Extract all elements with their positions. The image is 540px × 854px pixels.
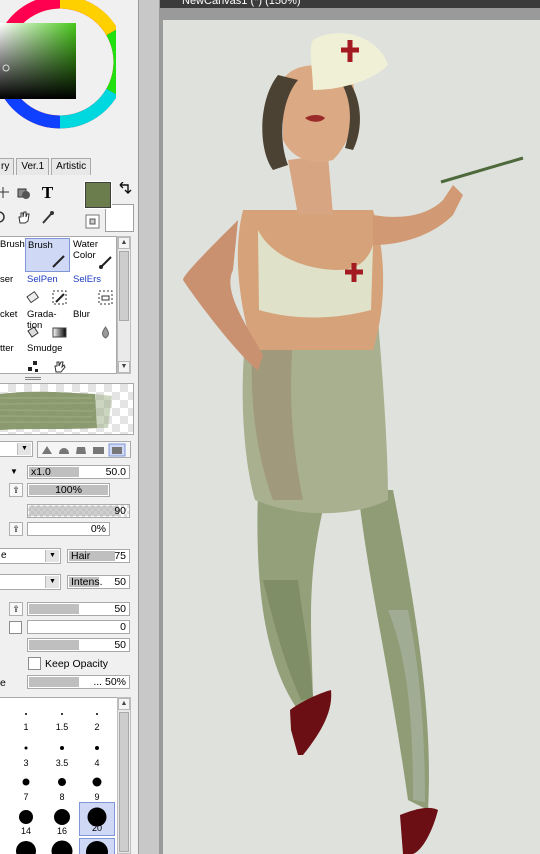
- min-size-bar[interactable]: 100%: [27, 483, 110, 497]
- eyedropper-icon[interactable]: [38, 208, 57, 227]
- persistence-checkbox[interactable]: [9, 621, 22, 634]
- size-item[interactable]: 1: [8, 700, 44, 734]
- hand-icon[interactable]: [14, 208, 33, 227]
- selpen-item[interactable]: SelPen: [25, 273, 70, 307]
- density-bar[interactable]: 90: [27, 504, 130, 518]
- brush-size-grid: 1 1.5 2 3 3.5 4 7 8 9 14 16 20: [0, 697, 117, 854]
- dilution-bar[interactable]: 0: [27, 620, 130, 634]
- swap-arrow-icon[interactable]: [115, 180, 134, 199]
- canvas-title: NewCanvas1 (*) (150%): [160, 0, 540, 8]
- size-item[interactable]: 8: [44, 770, 80, 804]
- size-item[interactable]: 3.5: [44, 736, 80, 770]
- background-color-swatch[interactable]: [105, 204, 134, 232]
- keep-opacity-checkbox[interactable]: [28, 657, 41, 670]
- reset-color-icon[interactable]: [83, 212, 102, 231]
- size-item[interactable]: 2: [79, 700, 115, 734]
- scroll-thumb[interactable]: [119, 251, 129, 321]
- keep-opacity-label: Keep Opacity: [45, 658, 109, 670]
- brush-tip-shapes[interactable]: [37, 441, 131, 458]
- brush-shape-select[interactable]: ▼: [0, 441, 33, 457]
- blending-intensity-bar[interactable]: Intens. 50: [67, 575, 130, 589]
- tool-panel: ry Ver.1 Artistic T Brush Brush Water Co…: [0, 0, 138, 854]
- selpen-icon: [52, 290, 67, 305]
- bucket-icon[interactable]: [14, 183, 33, 202]
- foreground-color-swatch[interactable]: [84, 181, 112, 209]
- brush-grid: Brush Brush Water Color ser SelPen SelEr…: [0, 236, 117, 374]
- size-item[interactable]: [8, 838, 44, 854]
- tab-custom[interactable]: ry: [0, 158, 15, 175]
- min-density-lock-icon[interactable]: ⇪: [9, 522, 23, 536]
- min-density-bar[interactable]: 0%: [27, 522, 110, 536]
- size-item[interactable]: 14: [8, 804, 44, 838]
- persistence-bar[interactable]: 50: [27, 638, 130, 652]
- zoom-icon[interactable]: [0, 208, 13, 227]
- brush-item-selected[interactable]: Brush: [25, 238, 70, 272]
- scroll-thumb[interactable]: [119, 712, 129, 852]
- gradation-item[interactable]: Grada-tion: [25, 308, 70, 342]
- size-item[interactable]: 1.5: [44, 700, 80, 734]
- detail-label: e: [0, 677, 6, 689]
- smudge-item[interactable]: Smudge: [25, 342, 70, 376]
- brush-tabs: ry Ver.1 Artistic: [0, 158, 93, 175]
- gradation-icon: [52, 327, 67, 338]
- scroll-up-arrow-icon[interactable]: ▲: [118, 698, 130, 710]
- watercolor-item[interactable]: Water Color: [71, 238, 116, 272]
- selers-icon: [98, 290, 113, 305]
- brush-icon: [52, 255, 65, 268]
- color-wheel[interactable]: [0, 0, 116, 140]
- canvas-window: NewCanvas1 (*) (150%): [160, 0, 540, 854]
- size-grid-scrollbar[interactable]: ▲: [117, 697, 131, 854]
- stroke-preview: [0, 383, 134, 435]
- blur-item[interactable]: Blur: [71, 308, 116, 342]
- size-item-selected[interactable]: 20: [79, 802, 115, 836]
- texture-select[interactable]: e ▼: [0, 548, 61, 564]
- blending-select[interactable]: ▼: [0, 574, 61, 590]
- drawing-canvas[interactable]: [163, 20, 540, 854]
- text-icon[interactable]: T: [38, 183, 57, 202]
- tab-ver1[interactable]: Ver.1: [16, 158, 50, 175]
- splitter-grip[interactable]: [25, 377, 41, 380]
- size-item[interactable]: [79, 838, 115, 854]
- scroll-up-arrow-icon[interactable]: ▲: [118, 237, 130, 249]
- size-item[interactable]: 16: [44, 804, 80, 838]
- tab-artistic[interactable]: Artistic: [51, 158, 92, 175]
- scroll-down-arrow-icon[interactable]: ▼: [118, 361, 130, 373]
- tip-shape-icons: [42, 443, 126, 457]
- nurse-illustration: [183, 33, 524, 854]
- texture-strength-bar[interactable]: Hair 75: [67, 549, 130, 563]
- blending-lock-icon[interactable]: ⇪: [9, 602, 23, 616]
- watercolor-brush-icon: [99, 256, 112, 269]
- min-size-lock-icon[interactable]: ⇪: [9, 483, 23, 497]
- detail-bar[interactable]: ... 50%: [27, 675, 130, 689]
- panel-divider[interactable]: [138, 0, 160, 854]
- size-item[interactable]: 3: [8, 736, 44, 770]
- size-bar[interactable]: x1.0 50.0: [27, 465, 130, 479]
- wand-icon[interactable]: [0, 183, 13, 202]
- size-item[interactable]: 9: [79, 770, 115, 804]
- size-item[interactable]: [44, 838, 80, 854]
- brush-grid-scrollbar[interactable]: ▲ ▼: [117, 236, 131, 374]
- blur-icon: [102, 326, 109, 339]
- size-item[interactable]: 7: [8, 770, 44, 804]
- blending-bar[interactable]: 50: [27, 602, 130, 616]
- size-item[interactable]: 4: [79, 736, 115, 770]
- size-menu-arrow-icon[interactable]: ▼: [10, 466, 18, 478]
- smudge-icon: [54, 361, 66, 373]
- selers-item[interactable]: SelErs: [71, 273, 116, 307]
